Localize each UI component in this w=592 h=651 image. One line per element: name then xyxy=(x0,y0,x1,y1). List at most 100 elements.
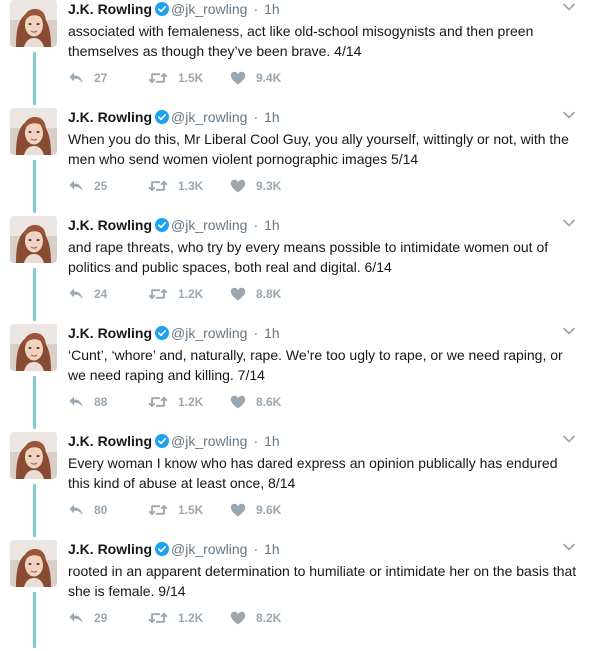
author-name[interactable]: J.K. Rowling xyxy=(68,1,152,17)
retweet-button[interactable]: 1.2K xyxy=(148,611,230,625)
tweet-header: J.K. Rowling @jk_rowling · 1h xyxy=(68,432,280,450)
like-button[interactable]: 8.8K xyxy=(230,287,310,301)
reply-button[interactable]: 80 xyxy=(68,503,148,517)
heart-icon xyxy=(230,71,246,85)
retweet-icon xyxy=(148,611,168,625)
retweet-button[interactable]: 1.3K xyxy=(148,179,230,193)
verified-badge-icon xyxy=(155,542,169,556)
author-handle[interactable]: @jk_rowling xyxy=(171,217,247,233)
chevron-down-icon[interactable] xyxy=(563,3,575,11)
tweet-actions: 88 1.2K 8.6K xyxy=(68,393,310,411)
author-name[interactable]: J.K. Rowling xyxy=(68,541,152,557)
retweet-count: 1.5K xyxy=(178,71,204,85)
separator: · xyxy=(253,541,259,557)
timestamp[interactable]: 1h xyxy=(264,541,280,557)
reply-button[interactable]: 25 xyxy=(68,179,148,193)
author-name[interactable]: J.K. Rowling xyxy=(68,109,152,125)
separator: · xyxy=(253,1,259,17)
reply-count: 27 xyxy=(94,71,108,85)
timestamp[interactable]: 1h xyxy=(264,325,280,341)
reply-button[interactable]: 24 xyxy=(68,287,148,301)
retweet-icon xyxy=(148,179,168,193)
like-button[interactable]: 9.4K xyxy=(230,71,310,85)
timestamp[interactable]: 1h xyxy=(264,217,280,233)
retweet-button[interactable]: 1.2K xyxy=(148,287,230,301)
reply-count: 24 xyxy=(94,287,108,301)
retweet-count: 1.2K xyxy=(178,611,204,625)
tweet[interactable]: J.K. Rowling @jk_rowling · 1h ‘Cunt’, ‘w… xyxy=(0,324,592,432)
tweet[interactable]: J.K. Rowling @jk_rowling · 1h Every woma… xyxy=(0,432,592,540)
tweet[interactable]: J.K. Rowling @jk_rowling · 1h and rape t… xyxy=(0,216,592,324)
retweet-count: 1.5K xyxy=(178,503,204,517)
like-button[interactable]: 9.6K xyxy=(230,503,310,517)
retweet-count: 1.2K xyxy=(178,395,204,409)
like-button[interactable]: 8.2K xyxy=(230,611,310,625)
reply-icon xyxy=(68,179,84,193)
tweet[interactable]: J.K. Rowling @jk_rowling · 1h associated… xyxy=(0,0,592,108)
author-name[interactable]: J.K. Rowling xyxy=(68,217,152,233)
chevron-down-icon[interactable] xyxy=(563,219,575,227)
heart-icon xyxy=(230,503,246,517)
thread-connector-line xyxy=(33,376,36,429)
thread-connector-line xyxy=(33,592,36,648)
timestamp[interactable]: 1h xyxy=(264,1,280,17)
thread-connector-line xyxy=(33,268,36,321)
reply-button[interactable]: 88 xyxy=(68,395,148,409)
like-count: 9.3K xyxy=(256,179,282,193)
reply-icon xyxy=(68,611,84,625)
reply-button[interactable]: 27 xyxy=(68,71,148,85)
tweet[interactable]: J.K. Rowling @jk_rowling · 1h rooted in … xyxy=(0,540,592,648)
avatar[interactable] xyxy=(10,324,57,371)
reply-icon xyxy=(68,395,84,409)
verified-badge-icon xyxy=(155,110,169,124)
avatar[interactable] xyxy=(10,540,57,587)
avatar[interactable] xyxy=(10,108,57,155)
retweet-button[interactable]: 1.5K xyxy=(148,71,230,85)
author-handle[interactable]: @jk_rowling xyxy=(171,325,247,341)
tweet-text: Every woman I know who has dared express… xyxy=(68,455,558,491)
author-handle[interactable]: @jk_rowling xyxy=(171,433,247,449)
like-button[interactable]: 8.6K xyxy=(230,395,310,409)
retweet-icon xyxy=(148,287,168,301)
like-count: 9.4K xyxy=(256,71,282,85)
like-count: 8.2K xyxy=(256,611,282,625)
tweet-header: J.K. Rowling @jk_rowling · 1h xyxy=(68,324,280,342)
tweet-header: J.K. Rowling @jk_rowling · 1h xyxy=(68,0,280,18)
tweet-actions: 80 1.5K 9.6K xyxy=(68,501,310,519)
avatar[interactable] xyxy=(10,0,57,47)
separator: · xyxy=(253,433,259,449)
avatar[interactable] xyxy=(10,432,57,479)
reply-button[interactable]: 29 xyxy=(68,611,148,625)
timestamp[interactable]: 1h xyxy=(264,109,280,125)
author-name[interactable]: J.K. Rowling xyxy=(68,325,152,341)
chevron-down-icon[interactable] xyxy=(563,543,575,551)
tweet-text: associated with femaleness, act like old… xyxy=(68,23,534,59)
author-handle[interactable]: @jk_rowling xyxy=(171,109,247,125)
reply-icon xyxy=(68,71,84,85)
like-count: 9.6K xyxy=(256,503,282,517)
retweet-button[interactable]: 1.5K xyxy=(148,503,230,517)
tweet-actions: 24 1.2K 8.8K xyxy=(68,285,310,303)
author-handle[interactable]: @jk_rowling xyxy=(171,541,247,557)
retweet-button[interactable]: 1.2K xyxy=(148,395,230,409)
retweet-count: 1.3K xyxy=(178,179,204,193)
reply-icon xyxy=(68,287,84,301)
tweet[interactable]: J.K. Rowling @jk_rowling · 1h When you d… xyxy=(0,108,592,216)
chevron-down-icon[interactable] xyxy=(563,327,575,335)
like-button[interactable]: 9.3K xyxy=(230,179,310,193)
verified-badge-icon xyxy=(155,434,169,448)
chevron-down-icon[interactable] xyxy=(563,111,575,119)
chevron-down-icon[interactable] xyxy=(563,435,575,443)
tweet-header: J.K. Rowling @jk_rowling · 1h xyxy=(68,108,280,126)
author-name[interactable]: J.K. Rowling xyxy=(68,433,152,449)
avatar[interactable] xyxy=(10,216,57,263)
retweet-icon xyxy=(148,71,168,85)
author-handle[interactable]: @jk_rowling xyxy=(171,1,247,17)
tweet-header: J.K. Rowling @jk_rowling · 1h xyxy=(68,540,280,558)
thread-connector-line xyxy=(33,160,36,213)
heart-icon xyxy=(230,287,246,301)
timestamp[interactable]: 1h xyxy=(264,433,280,449)
reply-icon xyxy=(68,503,84,517)
verified-badge-icon xyxy=(155,218,169,232)
tweet-text: rooted in an apparent determination to h… xyxy=(68,563,577,599)
